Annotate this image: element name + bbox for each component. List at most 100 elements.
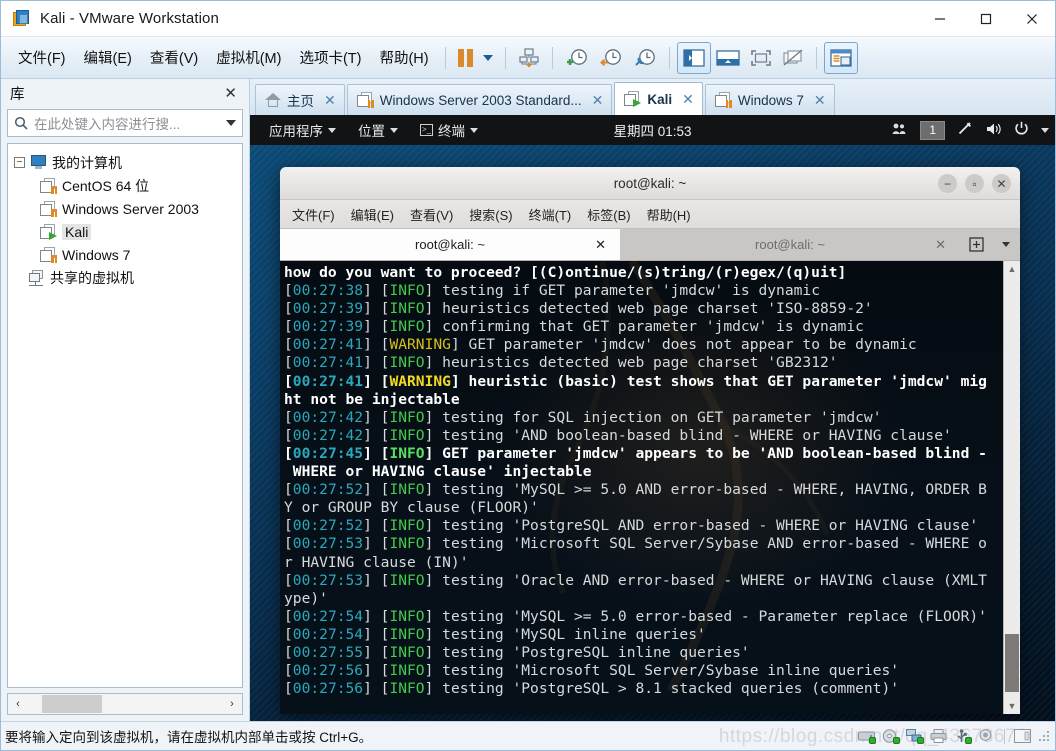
scrollbar-thumb[interactable] bbox=[42, 695, 102, 713]
panel-terminal-label: 终端 bbox=[438, 124, 465, 139]
fullscreen-icon[interactable] bbox=[745, 42, 777, 74]
tab-windows-server-2003[interactable]: Windows Server 2003 Standard... ✕ bbox=[346, 84, 613, 115]
resize-grip-icon[interactable] bbox=[1038, 730, 1051, 743]
tree-item-windows-server-2003[interactable]: Windows Server 2003 bbox=[14, 197, 238, 220]
terminal-tab-close-icon[interactable]: ✕ bbox=[595, 237, 606, 253]
dropdown-caret-icon[interactable] bbox=[478, 42, 498, 74]
menu-help[interactable]: 帮助(H) bbox=[370, 43, 437, 72]
menu-vm[interactable]: 虚拟机(M) bbox=[207, 43, 290, 72]
menu-file[interactable]: 文件(F) bbox=[9, 43, 75, 72]
terminal-menu-edit[interactable]: 编辑(E) bbox=[343, 203, 402, 226]
panel-places-menu[interactable]: 位置 bbox=[347, 120, 409, 140]
usb-icon[interactable] bbox=[954, 729, 972, 744]
terminal-menu-help[interactable]: 帮助(H) bbox=[639, 203, 699, 226]
terminal-menu-terminal[interactable]: 终端(T) bbox=[521, 203, 580, 226]
terminal-menu-search[interactable]: 搜索(S) bbox=[461, 203, 520, 226]
scrollbar-track[interactable] bbox=[28, 694, 222, 714]
library-horizontal-scrollbar[interactable]: ‹ › bbox=[7, 693, 243, 715]
terminal-output[interactable]: how do you want to proceed? [(C)ontinue/… bbox=[280, 261, 1003, 714]
statusbar-device-icons bbox=[858, 728, 1051, 744]
workspace-switcher-icon[interactable]: 1 bbox=[920, 120, 945, 140]
terminal-tab-2[interactable]: root@kali: ~ ✕ bbox=[620, 229, 960, 260]
terminal-menu-view[interactable]: 查看(V) bbox=[402, 203, 461, 226]
scroll-up-icon[interactable]: ▲ bbox=[1004, 261, 1020, 277]
terminal-line: [00:27:41] [WARNING] GET parameter 'jmdc… bbox=[284, 336, 917, 354]
snapshot-manager-icon[interactable] bbox=[628, 42, 662, 74]
chevron-down-icon[interactable] bbox=[226, 120, 236, 126]
terminal-line: how do you want to proceed? [(C)ontinue/… bbox=[284, 264, 847, 281]
tree-item-centos[interactable]: CentOS 64 位 bbox=[14, 174, 238, 197]
panel-clock[interactable]: 星期四 01:53 bbox=[613, 120, 691, 140]
camera-icon[interactable] bbox=[978, 729, 995, 743]
terminal-minimize-button[interactable]: − bbox=[938, 174, 957, 193]
tab-close-icon[interactable]: ✕ bbox=[682, 91, 694, 108]
vm-suspended-icon bbox=[40, 246, 57, 263]
library-close-icon[interactable]: ✕ bbox=[220, 84, 241, 102]
tree-item-label: 我的计算机 bbox=[52, 154, 122, 171]
terminal-menu-file[interactable]: 文件(F) bbox=[284, 203, 343, 226]
terminal-tab-1[interactable]: root@kali: ~ ✕ bbox=[280, 229, 620, 260]
show-library-icon[interactable] bbox=[676, 41, 711, 74]
tree-item-my-computer[interactable]: − 我的计算机 bbox=[14, 151, 238, 174]
tab-list-chevron-down-icon[interactable] bbox=[992, 229, 1020, 260]
panel-applications-menu[interactable]: 应用程序 bbox=[258, 120, 347, 140]
search-input[interactable]: 在此处键入内容进行搜... bbox=[7, 109, 243, 137]
tab-home[interactable]: 主页 ✕ bbox=[255, 84, 345, 115]
snapshot-take-icon[interactable] bbox=[560, 42, 594, 74]
send-ctrl-alt-del-icon[interactable] bbox=[513, 42, 545, 74]
terminal-menu-tabs[interactable]: 标签(B) bbox=[579, 203, 638, 226]
menu-edit[interactable]: 编辑(E) bbox=[75, 43, 141, 72]
tab-close-icon[interactable]: ✕ bbox=[324, 92, 336, 109]
tab-close-icon[interactable]: ✕ bbox=[592, 92, 604, 109]
tab-windows-7[interactable]: Windows 7 ✕ bbox=[704, 84, 835, 115]
vm-suspended-icon bbox=[714, 92, 732, 108]
toolbar-separator bbox=[444, 46, 446, 69]
menu-view[interactable]: 查看(V) bbox=[141, 43, 207, 72]
chevron-down-icon[interactable] bbox=[1041, 127, 1049, 133]
menu-tabs[interactable]: 选项卡(T) bbox=[290, 43, 370, 72]
close-button[interactable] bbox=[1009, 1, 1055, 37]
terminal-close-button[interactable]: ✕ bbox=[992, 174, 1011, 193]
tree-item-windows-7[interactable]: Windows 7 bbox=[14, 243, 238, 266]
tab-close-icon[interactable]: ✕ bbox=[814, 92, 826, 109]
terminal-line: [00:27:41] [INFO] heuristics detected we… bbox=[284, 354, 838, 372]
vmware-workstation-window: Kali - VMware Workstation 文件(F) 编辑(E) 查看… bbox=[0, 0, 1056, 751]
users-icon[interactable] bbox=[891, 122, 908, 139]
tree-item-shared-vms[interactable]: 共享的虚拟机 bbox=[14, 266, 238, 289]
tab-kali[interactable]: Kali ✕ bbox=[614, 82, 703, 115]
printer-icon[interactable] bbox=[930, 729, 947, 743]
terminal-line: [00:27:54] [INFO] testing 'MySQL inline … bbox=[284, 625, 706, 643]
scrollbar-thumb[interactable] bbox=[1005, 634, 1019, 692]
terminal-line: [00:27:56] [INFO] testing 'PostgreSQL > … bbox=[284, 680, 900, 698]
guest-screen[interactable]: 应用程序 位置 >_ 终端 星期四 01:53 1 root@kali: ~ −… bbox=[250, 115, 1055, 721]
snapshot-revert-icon[interactable] bbox=[594, 42, 628, 74]
harddisk-icon[interactable] bbox=[858, 729, 876, 744]
scroll-left-icon[interactable]: ‹ bbox=[8, 698, 28, 710]
scroll-right-icon[interactable]: › bbox=[222, 698, 242, 710]
tree-item-kali[interactable]: Kali bbox=[14, 220, 238, 243]
terminal-line: [00:27:53] [INFO] testing 'Microsoft SQL… bbox=[284, 535, 987, 553]
scrollbar-track[interactable] bbox=[1004, 277, 1020, 698]
volume-icon[interactable] bbox=[985, 122, 1002, 139]
terminal-titlebar: root@kali: ~ − ▫ ✕ bbox=[280, 167, 1020, 200]
maximize-button[interactable] bbox=[963, 1, 1009, 37]
expander-icon[interactable]: − bbox=[14, 157, 25, 168]
show-thumbnail-bar-icon[interactable] bbox=[711, 42, 745, 74]
terminal-tab-close-icon[interactable]: ✕ bbox=[935, 237, 946, 253]
terminal-scrollbar[interactable]: ▲ ▼ bbox=[1003, 261, 1020, 714]
scroll-down-icon[interactable]: ▼ bbox=[1004, 698, 1020, 714]
sidebar-toggle-icon[interactable] bbox=[1014, 729, 1031, 743]
minimize-button[interactable] bbox=[917, 1, 963, 37]
statusbar-message: 要将输入定向到该虚拟机，请在虚拟机内部单击或按 Ctrl+G。 bbox=[5, 730, 373, 745]
power-icon[interactable] bbox=[1014, 121, 1029, 139]
pause-icon[interactable] bbox=[453, 42, 478, 74]
cdrom-icon[interactable] bbox=[882, 729, 900, 744]
brightness-icon[interactable] bbox=[957, 121, 973, 139]
chevron-down-icon bbox=[470, 127, 478, 133]
unity-mode-icon[interactable] bbox=[777, 42, 809, 74]
network-icon[interactable] bbox=[906, 729, 924, 744]
terminal-maximize-button[interactable]: ▫ bbox=[965, 174, 984, 193]
new-tab-icon[interactable] bbox=[960, 229, 992, 260]
console-view-icon[interactable] bbox=[823, 41, 858, 74]
panel-terminal-launcher[interactable]: >_ 终端 bbox=[409, 120, 489, 140]
